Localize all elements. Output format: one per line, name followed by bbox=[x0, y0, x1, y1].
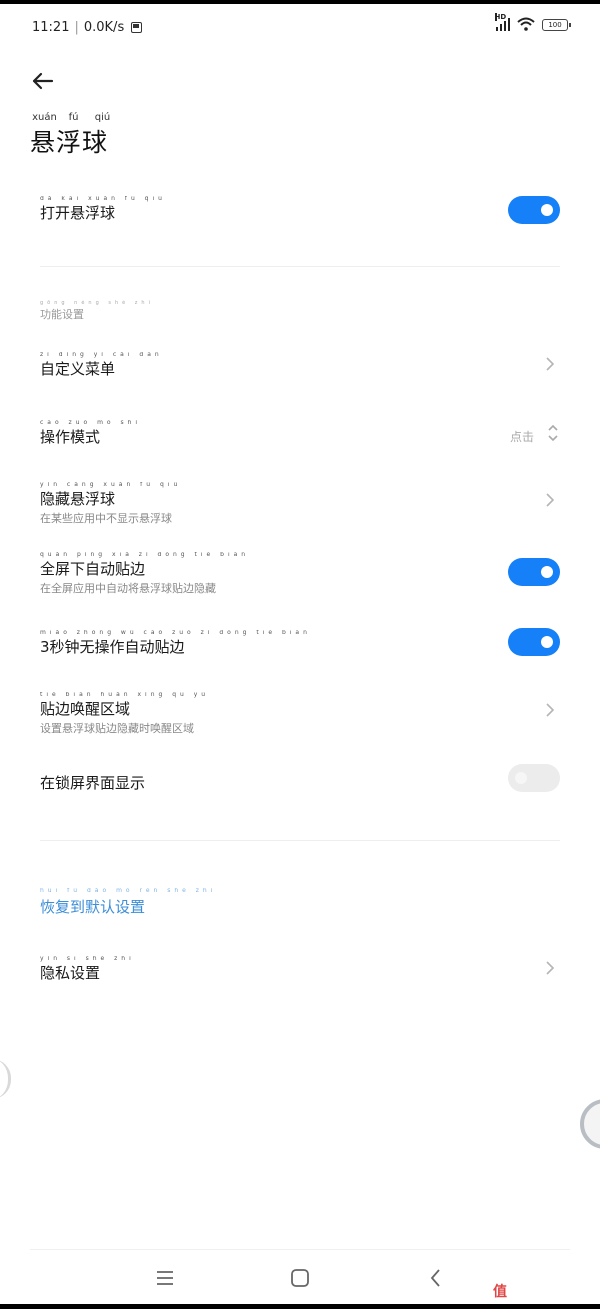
setting-row-idle-auto-edge[interactable]: miǎo zhōng wú cāo zuò zì dòng tiē biān 3… bbox=[40, 628, 560, 660]
setting-pinyin: tiē biān huàn xǐng qū yù bbox=[40, 692, 210, 698]
section-label: 功能设置 bbox=[40, 308, 84, 321]
edge-wake-indicator bbox=[0, 1059, 11, 1099]
setting-row-edge-wake-area[interactable]: tiē biān huàn xǐng qū yù 贴边唤醒区域 设置悬浮球贴边隐… bbox=[40, 692, 560, 735]
section-header-function-settings: gōng néng shè zhì 功能设置 bbox=[40, 300, 154, 322]
setting-row-custom-menu[interactable]: zì dìng yì cài dān 自定义菜单 bbox=[40, 352, 560, 382]
setting-label: 全屏下自动贴边 bbox=[40, 560, 146, 578]
reset-label: 恢复到默认设置 bbox=[40, 898, 146, 916]
setting-row-operation-mode[interactable]: cāo zuò mó shì 操作模式 点击 bbox=[40, 420, 560, 450]
chevron-right-icon bbox=[542, 356, 558, 372]
setting-pinyin: quán píng xià zì dòng tiē biān bbox=[40, 552, 250, 558]
back-nav-icon[interactable] bbox=[424, 1266, 448, 1290]
up-down-arrow-icon bbox=[548, 424, 558, 442]
setting-row-enable-floating-ball[interactable]: dǎ kāi xuán fú qiú 打开悬浮球 bbox=[40, 196, 560, 224]
setting-description: 在全屏应用中自动将悬浮球贴边隐藏 bbox=[40, 582, 216, 595]
setting-pinyin bbox=[40, 766, 560, 774]
chevron-right-icon bbox=[542, 702, 558, 718]
setting-row-show-on-lock-screen[interactable]: 在锁屏界面显示 bbox=[40, 764, 560, 796]
status-speed: 0.0K/s bbox=[83, 20, 125, 35]
title-pinyin-2: fú bbox=[68, 112, 79, 123]
setting-pinyin: yǐn sī shè zhì bbox=[40, 956, 135, 962]
menu-icon[interactable] bbox=[153, 1266, 177, 1290]
setting-label: 3秒钟无操作自动贴边 bbox=[40, 638, 185, 656]
setting-label: 隐私设置 bbox=[40, 964, 101, 982]
enable-floating-ball-toggle[interactable] bbox=[508, 196, 560, 224]
setting-pinyin: yǐn cáng xuán fú qiú bbox=[40, 482, 182, 488]
setting-row-hide-floating-ball[interactable]: yǐn cáng xuán fú qiú 隐藏悬浮球 在某些应用中不显示悬浮球 bbox=[40, 482, 560, 525]
setting-label: 在锁屏界面显示 bbox=[40, 774, 146, 792]
setting-label: 贴边唤醒区域 bbox=[40, 700, 131, 718]
battery-icon: 100 bbox=[542, 19, 571, 31]
page-title: 悬浮球 bbox=[30, 128, 109, 157]
floating-ball[interactable] bbox=[580, 1099, 600, 1149]
fullscreen-auto-edge-toggle[interactable] bbox=[508, 558, 560, 586]
section-divider bbox=[40, 266, 560, 267]
operation-mode-value: 点击 bbox=[509, 430, 534, 444]
idle-auto-edge-toggle[interactable] bbox=[508, 628, 560, 656]
setting-description: 在某些应用中不显示悬浮球 bbox=[40, 512, 172, 525]
battery-level: 100 bbox=[548, 21, 562, 29]
setting-label: 隐藏悬浮球 bbox=[40, 490, 116, 508]
network-type-label: HD bbox=[494, 13, 507, 21]
title-pinyin: xuán fú qiú bbox=[30, 112, 117, 123]
section-divider bbox=[40, 840, 560, 841]
reset-defaults-link[interactable]: huī fù dào mò rèn shè zhì 恢复到默认设置 bbox=[40, 888, 560, 918]
setting-label: 自定义菜单 bbox=[40, 360, 116, 378]
chevron-right-icon bbox=[542, 960, 558, 976]
lock-screen-toggle[interactable] bbox=[508, 764, 560, 792]
wifi-icon bbox=[517, 17, 535, 31]
watermark: 值 什么值得买 bbox=[488, 1280, 590, 1302]
setting-pinyin: dǎ kāi xuán fú qiú bbox=[40, 196, 166, 202]
title-pinyin-3: qiú bbox=[94, 112, 111, 123]
settings-screen: 11:21 | 0.0K/s HD 100 xuán fú qiú 悬浮球 dǎ bbox=[0, 4, 600, 1304]
setting-description: 设置悬浮球贴边隐藏时唤醒区域 bbox=[40, 722, 194, 735]
chevron-right-icon bbox=[542, 492, 558, 508]
setting-label: 操作模式 bbox=[40, 428, 101, 446]
setting-row-fullscreen-auto-edge[interactable]: quán píng xià zì dòng tiē biān 全屏下自动贴边 在… bbox=[40, 552, 560, 595]
setting-pinyin: miǎo zhōng wú cāo zuò zì dòng tiē biān bbox=[40, 630, 311, 636]
watermark-text: 什么值得买 bbox=[514, 1282, 590, 1301]
setting-pinyin: cāo zuò mó shì bbox=[40, 420, 142, 426]
title-pinyin-1: xuán bbox=[32, 112, 57, 123]
setting-label: 打开悬浮球 bbox=[40, 204, 116, 222]
setting-pinyin: zì dìng yì cài dān bbox=[40, 352, 163, 358]
back-arrow-icon[interactable] bbox=[28, 66, 58, 96]
watermark-badge: 值 bbox=[488, 1280, 511, 1302]
page-title-block: xuán fú qiú 悬浮球 bbox=[30, 112, 117, 159]
signal-icon: HD bbox=[494, 13, 510, 31]
notification-icon bbox=[131, 22, 143, 33]
setting-row-privacy[interactable]: yǐn sī shè zhì 隐私设置 bbox=[40, 956, 560, 986]
status-time: 11:21 bbox=[32, 20, 70, 35]
nav-bar-divider bbox=[30, 1249, 570, 1250]
status-separator: | bbox=[74, 20, 79, 35]
status-bar-left: 11:21 | 0.0K/s bbox=[32, 20, 143, 35]
reset-pinyin: huī fù dào mò rèn shè zhì bbox=[40, 888, 217, 894]
home-icon[interactable] bbox=[288, 1266, 312, 1290]
status-bar-right: HD 100 bbox=[494, 13, 571, 31]
